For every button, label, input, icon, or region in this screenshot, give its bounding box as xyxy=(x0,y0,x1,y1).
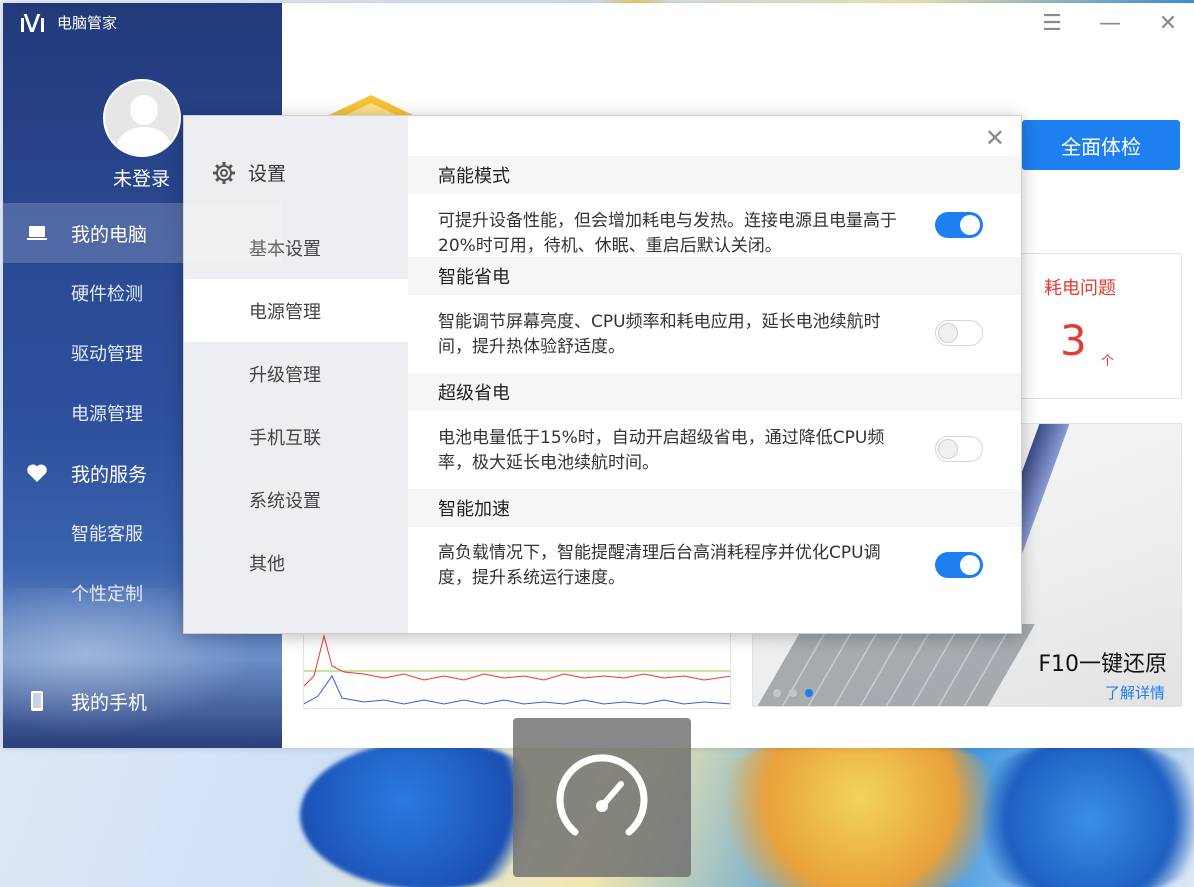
chart-series-blue xyxy=(304,674,730,705)
app-title-bar: 电脑管家 xyxy=(21,12,117,33)
carousel-dot-active[interactable] xyxy=(805,689,813,697)
sidebar-item-label: 智能客服 xyxy=(71,524,143,545)
sidebar-item-label: 硬件检测 xyxy=(71,284,143,305)
toggle-smart-power-saving[interactable] xyxy=(935,320,983,346)
toggle-smart-acceleration[interactable] xyxy=(935,552,983,578)
sidebar-item-label: 我的手机 xyxy=(71,691,148,714)
speed-boost-widget[interactable] xyxy=(513,718,691,877)
sidebar-item-power-management[interactable]: 电源管理 xyxy=(3,383,282,443)
sidebar-item-smart-support[interactable]: 智能客服 xyxy=(3,503,282,563)
sidebar-item-driver-management[interactable]: 驱动管理 xyxy=(3,323,282,383)
sidebar-item-my-phone[interactable]: 我的手机 xyxy=(3,671,282,731)
sidebar-item-label: 我的服务 xyxy=(71,463,148,486)
speedometer-icon xyxy=(556,754,648,836)
section-desc-high-performance: 可提升设备性能，但会增加耗电与发热。连接电源且电量高于20%时可用，待机、休眠、… xyxy=(438,211,897,256)
menu-icon[interactable]: ☰ xyxy=(1040,11,1064,36)
chart-series-red xyxy=(304,634,730,687)
sidebar-item-label: 电源管理 xyxy=(71,404,143,425)
full-check-button[interactable]: 全面体检 xyxy=(1022,120,1180,170)
carousel-dots xyxy=(773,689,813,697)
promo-title: F10一键还原 xyxy=(1038,652,1167,677)
toggle-high-performance[interactable] xyxy=(935,212,983,238)
power-issue-count: 3 xyxy=(1060,316,1087,365)
power-issue-unit: 个 xyxy=(1101,354,1115,369)
sidebar-item-label: 个性定制 xyxy=(71,584,143,605)
section-title-smart-acceleration: 智能加速 xyxy=(408,489,1021,527)
toggle-super-power-saving[interactable] xyxy=(935,436,983,462)
gear-icon xyxy=(213,161,235,184)
section-title-super-power-saving: 超级省电 xyxy=(408,373,1021,411)
laptop-icon xyxy=(27,226,47,240)
sidebar-item-label: 我的电脑 xyxy=(71,223,148,246)
app-title: 电脑管家 xyxy=(57,14,118,32)
sidebar-item-hardware-check[interactable]: 硬件检测 xyxy=(3,263,282,323)
minimize-icon[interactable]: — xyxy=(1098,11,1122,36)
settings-dialog: 设置 基本设置 电源管理 升级管理 手机互联 系统设置 其他 ✕ 高能模式 可提… xyxy=(183,115,1022,634)
section-desc-smart-power-saving: 智能调节屏幕亮度、CPU频率和耗电应用，延长电池续航时间，提升热体验舒适度。 xyxy=(438,312,881,357)
carousel-dot[interactable] xyxy=(773,689,781,697)
sidebar-item-label: 驱动管理 xyxy=(71,344,143,365)
window-controls: ☰ — ✕ xyxy=(1040,11,1180,36)
settings-header: 设置 xyxy=(212,159,286,186)
power-issue-title: 耗电问题 xyxy=(1044,278,1116,299)
app-logo-icon xyxy=(21,13,45,32)
settings-title: 设置 xyxy=(248,163,287,185)
section-desc-smart-acceleration: 高负载情况下，智能提醒清理后台高消耗程序并优化CPU调度，提升系统运行速度。 xyxy=(438,543,881,588)
sidebar-nav: 我的电脑 硬件检测 驱动管理 电源管理 我的服务 智能客服 个性定制 xyxy=(3,203,282,623)
sidebar-item-my-services[interactable]: 我的服务 xyxy=(3,443,282,503)
section-title-high-performance: 高能模式 xyxy=(408,156,1021,194)
phone-icon xyxy=(31,691,43,711)
heart-icon xyxy=(27,464,47,482)
wallpaper-blob xyxy=(960,740,1194,887)
learn-more-link[interactable]: 了解详情 xyxy=(1105,682,1165,703)
section-title-smart-power-saving: 智能省电 xyxy=(408,257,1021,295)
settings-content: 高能模式 可提升设备性能，但会增加耗电与发热。连接电源且电量高于20%时可用，待… xyxy=(408,116,1021,633)
section-desc-super-power-saving: 电池电量低于15%时，自动开启超级省电，通过降低CPU频率，极大延长电池续航时间… xyxy=(438,428,885,473)
close-icon[interactable]: ✕ xyxy=(1156,11,1180,36)
login-label[interactable]: 未登录 xyxy=(113,164,170,191)
sidebar-item-personalization[interactable]: 个性定制 xyxy=(3,563,282,623)
power-issue-card[interactable]: 耗电问题 3 个 xyxy=(1020,253,1182,399)
carousel-dot[interactable] xyxy=(789,689,797,697)
sidebar-item-my-computer[interactable]: 我的电脑 xyxy=(3,203,282,263)
avatar[interactable] xyxy=(103,79,181,157)
